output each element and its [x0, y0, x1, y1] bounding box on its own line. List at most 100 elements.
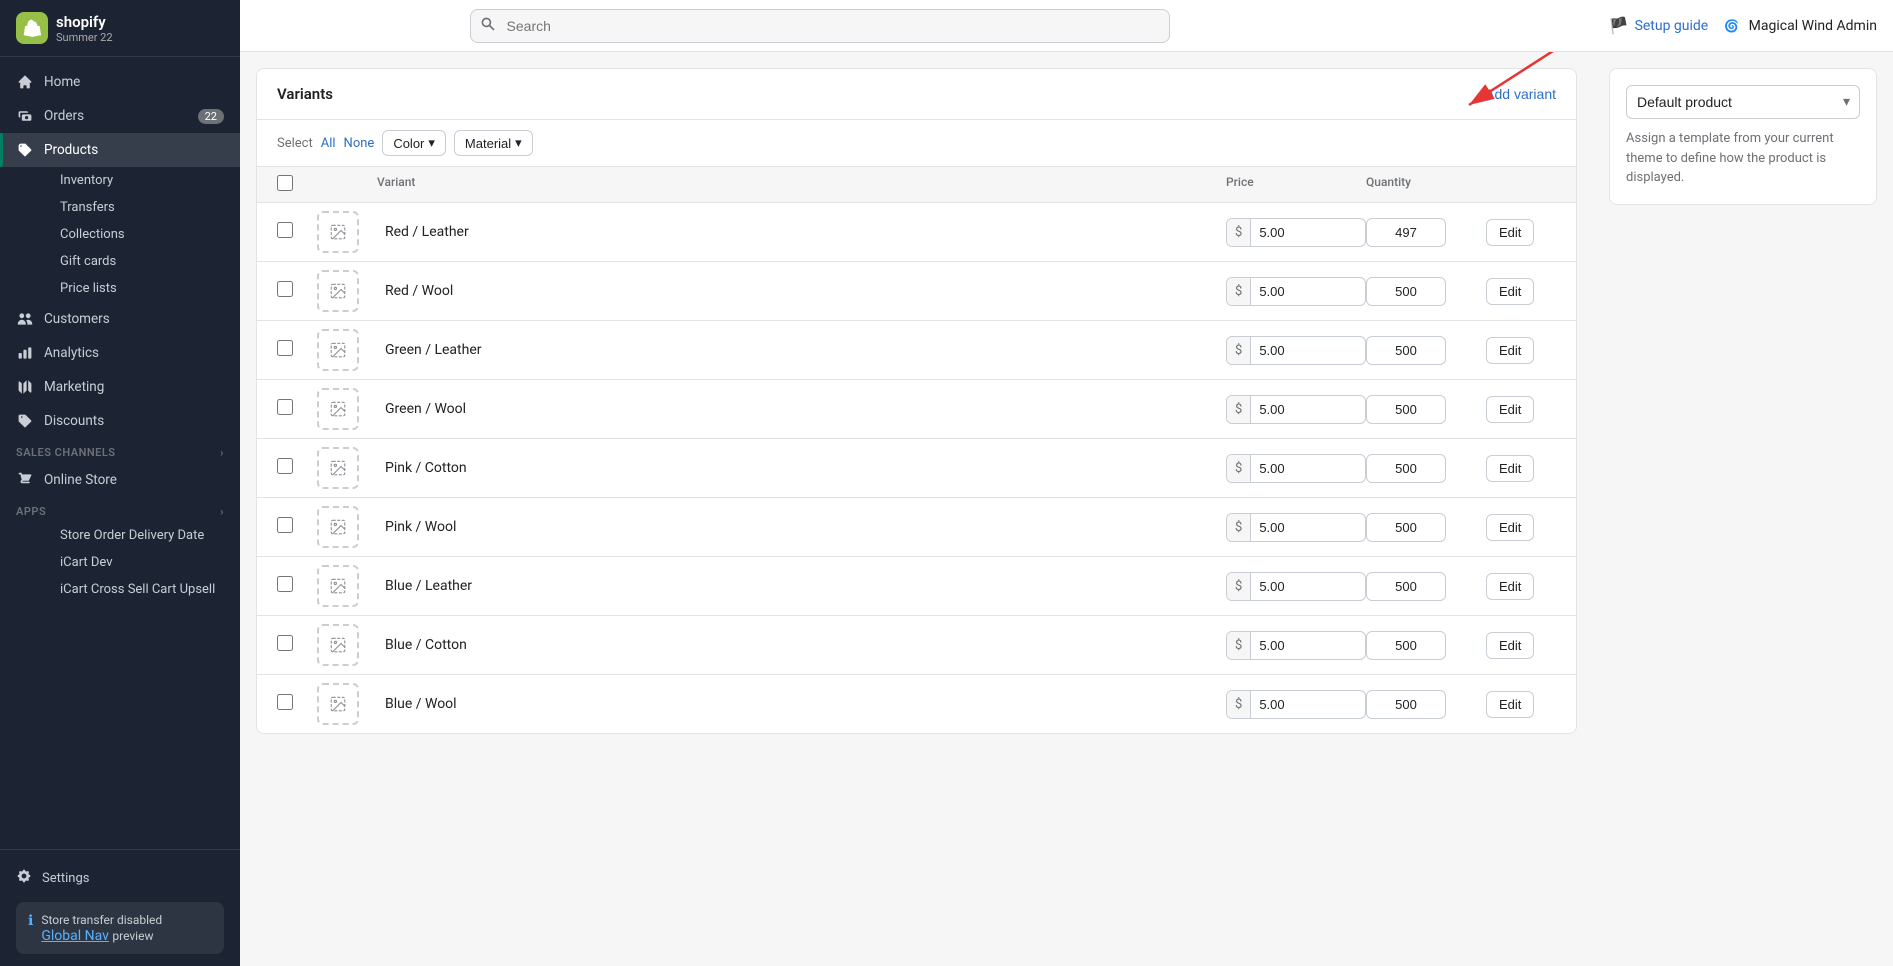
row-checkbox-green-wool[interactable] — [277, 399, 293, 415]
qty-input-blue-cotton[interactable] — [1366, 631, 1446, 660]
edit-button-blue-cotton[interactable]: Edit — [1486, 632, 1534, 659]
sidebar-item-online-store[interactable]: Online Store — [0, 463, 240, 497]
setup-guide-btn[interactable]: 🏴 Setup guide — [1609, 16, 1709, 35]
variant-image-blue-wool[interactable] — [317, 683, 359, 725]
qty-input-pink-wool[interactable] — [1366, 513, 1446, 542]
sidebar-item-price-lists[interactable]: Price lists — [44, 275, 240, 302]
template-card: Default product ▾ Assign a template from… — [1609, 68, 1877, 205]
template-select[interactable]: Default product — [1626, 85, 1860, 119]
qty-input-green-leather[interactable] — [1366, 336, 1446, 365]
price-input-blue-leather[interactable] — [1251, 573, 1331, 600]
sidebar-item-customers[interactable]: Customers — [0, 302, 240, 336]
sidebar-item-customers-label: Customers — [44, 311, 110, 327]
row-checkbox-pink-cotton[interactable] — [277, 458, 293, 474]
global-nav-link[interactable]: Global Nav — [41, 928, 109, 944]
variant-image-pink-cotton[interactable] — [317, 447, 359, 489]
sidebar-item-discounts[interactable]: Discounts — [0, 404, 240, 438]
color-filter-button[interactable]: Color ▾ — [382, 130, 446, 156]
qty-input-red-wool[interactable] — [1366, 277, 1446, 306]
sidebar-item-discounts-label: Discounts — [44, 413, 104, 429]
sidebar-item-orders[interactable]: Orders 22 — [0, 99, 240, 133]
sidebar-item-home[interactable]: Home — [0, 65, 240, 99]
table-row: Blue / Wool $ Edit — [257, 675, 1576, 733]
sales-channels-label: Sales channels › — [0, 438, 240, 463]
row-checkbox-cell — [277, 281, 317, 301]
none-filter-link[interactable]: None — [344, 136, 375, 151]
qty-input-blue-wool[interactable] — [1366, 690, 1446, 719]
sidebar-item-settings[interactable]: Settings — [16, 862, 224, 894]
variant-edit-cell-blue-cotton: Edit — [1486, 632, 1556, 659]
qty-input-blue-leather[interactable] — [1366, 572, 1446, 601]
analytics-icon — [16, 344, 34, 362]
all-filter-link[interactable]: All — [321, 136, 336, 151]
edit-button-green-wool[interactable]: Edit — [1486, 396, 1534, 423]
row-checkbox-green-leather[interactable] — [277, 340, 293, 356]
sidebar-item-analytics[interactable]: Analytics — [0, 336, 240, 370]
row-checkbox-blue-wool[interactable] — [277, 694, 293, 710]
header-checkbox-col — [277, 175, 317, 194]
variant-image-pink-wool[interactable] — [317, 506, 359, 548]
qty-input-pink-cotton[interactable] — [1366, 454, 1446, 483]
row-checkbox-blue-cotton[interactable] — [277, 635, 293, 651]
variant-name-blue-cotton: Blue / Cotton — [377, 637, 1226, 653]
sidebar-item-inventory[interactable]: Inventory — [44, 167, 240, 194]
edit-button-blue-wool[interactable]: Edit — [1486, 691, 1534, 718]
variant-qty-cell-blue-cotton — [1366, 631, 1486, 660]
apps-expand-icon[interactable]: › — [220, 505, 224, 518]
row-checkbox-pink-wool[interactable] — [277, 517, 293, 533]
row-image-cell — [317, 506, 377, 548]
variant-price-cell-red-wool: $ — [1226, 277, 1366, 306]
variant-edit-cell-green-leather: Edit — [1486, 337, 1556, 364]
settings-icon — [16, 868, 32, 888]
select-all-checkbox[interactable] — [277, 175, 293, 191]
row-checkbox-red-wool[interactable] — [277, 281, 293, 297]
price-input-green-wool[interactable] — [1251, 396, 1331, 423]
variant-edit-cell-blue-leather: Edit — [1486, 573, 1556, 600]
sidebar-item-store-order-delivery[interactable]: Store Order Delivery Date — [44, 522, 240, 549]
main-content: 🏴 Setup guide 🌀 Magical Wind Admin Varia… — [240, 0, 1893, 966]
sidebar-item-icart-dev[interactable]: iCart Dev — [44, 549, 240, 576]
variants-table-header: Variant Price Quantity — [257, 167, 1576, 203]
variant-image-green-leather[interactable] — [317, 329, 359, 371]
qty-input-green-wool[interactable] — [1366, 395, 1446, 424]
price-input-blue-wool[interactable] — [1251, 691, 1331, 718]
edit-button-red-leather[interactable]: Edit — [1486, 219, 1534, 246]
sidebar-item-transfers[interactable]: Transfers — [44, 194, 240, 221]
sales-channels-expand-icon[interactable]: › — [220, 446, 224, 459]
row-checkbox-cell — [277, 517, 317, 537]
table-row: Pink / Cotton $ Edit — [257, 439, 1576, 498]
sidebar-item-icart-cross-sell[interactable]: iCart Cross Sell Cart Upsell — [44, 576, 240, 603]
price-input-pink-wool[interactable] — [1251, 514, 1331, 541]
row-checkbox-red-leather[interactable] — [277, 222, 293, 238]
variants-card: Variants Add variant Select All None Col… — [256, 68, 1577, 734]
edit-button-red-wool[interactable]: Edit — [1486, 278, 1534, 305]
qty-input-red-leather[interactable] — [1366, 218, 1446, 247]
search-input[interactable] — [470, 9, 1170, 43]
edit-button-blue-leather[interactable]: Edit — [1486, 573, 1534, 600]
sidebar-item-products[interactable]: Products — [0, 133, 240, 167]
variant-image-blue-cotton[interactable] — [317, 624, 359, 666]
variant-image-green-wool[interactable] — [317, 388, 359, 430]
sidebar-item-marketing[interactable]: Marketing — [0, 370, 240, 404]
edit-button-green-leather[interactable]: Edit — [1486, 337, 1534, 364]
row-checkbox-blue-leather[interactable] — [277, 576, 293, 592]
price-input-blue-cotton[interactable] — [1251, 632, 1331, 659]
sidebar-item-gift-cards[interactable]: Gift cards — [44, 248, 240, 275]
table-row: Green / Leather $ Edit — [257, 321, 1576, 380]
variant-image-blue-leather[interactable] — [317, 565, 359, 607]
settings-label: Settings — [42, 871, 89, 886]
variant-image-red-wool[interactable] — [317, 270, 359, 312]
price-input-green-leather[interactable] — [1251, 337, 1331, 364]
material-chevron-icon: ▾ — [515, 135, 522, 151]
sidebar-item-collections[interactable]: Collections — [44, 221, 240, 248]
sidebar-nav: Home Orders 22 Products Inventory Transf… — [0, 57, 240, 849]
price-input-pink-cotton[interactable] — [1251, 455, 1331, 482]
variant-image-red-leather[interactable] — [317, 211, 359, 253]
material-filter-button[interactable]: Material ▾ — [454, 130, 533, 156]
price-input-red-wool[interactable] — [1251, 278, 1331, 305]
price-prefix-blue-leather: $ — [1227, 573, 1251, 600]
edit-button-pink-wool[interactable]: Edit — [1486, 514, 1534, 541]
edit-button-pink-cotton[interactable]: Edit — [1486, 455, 1534, 482]
price-input-red-leather[interactable] — [1251, 219, 1331, 246]
add-variant-button[interactable]: Add variant — [1485, 86, 1556, 102]
